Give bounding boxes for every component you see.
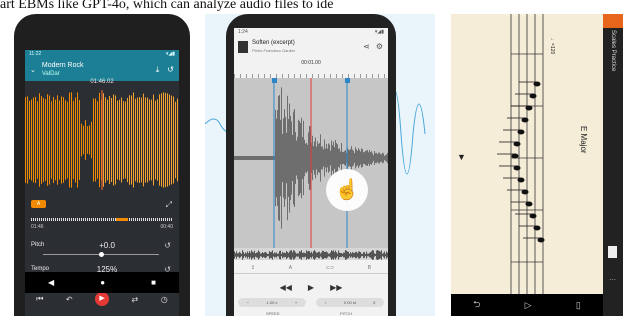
play-icon[interactable]: ▶ [308, 283, 314, 292]
position-time: 01:46.02 [90, 79, 114, 85]
status-time: 1:24 [238, 29, 248, 35]
progress-bar[interactable] [31, 218, 173, 221]
status-bar: 1:24 ▾◢▮ [234, 28, 388, 36]
album-art [238, 41, 248, 53]
time-left: 01:46 [31, 224, 44, 230]
pitch-value: +0.0 [99, 241, 115, 250]
speed-pitch-controls: − 1.00 x + ♭ 0.00 st ♯ [238, 298, 384, 307]
phone-frame-2: 1:24 ▾◢▮ Soften (excerpt) Pietro Francis… [226, 14, 396, 316]
key-label: E Major [579, 126, 588, 154]
waveform[interactable] [25, 90, 179, 190]
speed-control[interactable]: − 1.00 x + [238, 298, 306, 307]
pitch-label: PITCH [340, 311, 352, 316]
loop-badge[interactable]: A [31, 200, 46, 208]
waveform-area[interactable] [234, 78, 388, 248]
marker-a[interactable]: A [289, 265, 292, 271]
timer-icon[interactable]: ◷ [161, 295, 168, 304]
app-title: Scales Practice [610, 30, 616, 72]
tempo-mark: ♩=120 [549, 38, 555, 55]
progress-marker [116, 218, 128, 221]
track-title: Modern Rock [41, 62, 84, 69]
minus-icon[interactable]: − [247, 300, 249, 305]
track-artist: ValDar [41, 71, 60, 77]
audio-editor-screen: 1:24 ▾◢▮ Soften (excerpt) Pietro Francis… [234, 28, 388, 316]
marker-row: ↥ A ⊂⊃ B [234, 262, 388, 274]
pin-icon[interactable]: ↥ [251, 265, 255, 271]
speed-value: 1.00 x [266, 300, 278, 305]
status-icons: ▾◢▮ [165, 51, 175, 57]
slider-knob[interactable] [99, 252, 104, 257]
transport-controls: ◀◀ ▶ ▶▶ [234, 280, 388, 294]
speed-label: SPEED [266, 311, 280, 316]
pitch-slider[interactable] [43, 252, 159, 257]
phone-frame-3: ▼ ♩=120 E Major Scales Practice ⋯ ⮌ ▷ ▯ [451, 14, 623, 316]
skip-previous-icon[interactable]: ⏮ [36, 294, 43, 304]
android-nav-bar: ⮌ ▷ ▯ [451, 294, 603, 316]
pitch-value: 0.00 st [343, 300, 356, 305]
reset-icon[interactable]: ↺ [164, 241, 171, 250]
position-time: 00:01.00 [301, 60, 321, 66]
phone-frame-1: 11:22 ▾◢▮ ⌄ Modern Rock ValDar ⤓ ↺ 01:46… [14, 14, 190, 316]
rewind-icon[interactable]: ↶ [66, 295, 73, 304]
status-time: 11:22 [29, 51, 42, 57]
caption-text: art EBMs like GPT-4o, which can analyze … [0, 0, 334, 12]
sharp-icon[interactable]: ♯ [373, 300, 375, 305]
recents-icon[interactable]: ■ [151, 278, 156, 287]
history-icon[interactable]: ↺ [167, 65, 174, 75]
app-logo [603, 14, 623, 28]
pitch-label: Pitch [31, 242, 45, 248]
waveform [234, 78, 388, 248]
status-icons: ▾◢▮ [374, 29, 384, 35]
pitch-control[interactable]: ♭ 0.00 st ♯ [316, 298, 384, 307]
repeat-icon[interactable]: ⇄ [132, 295, 139, 304]
staff [497, 14, 545, 294]
download-icon[interactable]: ⤓ [156, 65, 160, 75]
android-nav-bar: ◀ ● ■ [25, 272, 179, 293]
more-icon[interactable]: ⋯ [609, 276, 616, 284]
loop-icon[interactable]: ⊂⊃ [326, 265, 334, 271]
gear-icon[interactable]: ⚙ [376, 42, 383, 51]
sheet-music: ▼ ♩=120 E Major [451, 14, 603, 294]
share-icon[interactable]: ⋖ [363, 42, 370, 51]
app-header: ⌄ Modern Rock ValDar ⤓ ↺ [25, 59, 179, 81]
flat-icon[interactable]: ♭ [325, 300, 327, 305]
home-icon[interactable]: ▷ [525, 300, 532, 311]
play-button[interactable]: ▶ [95, 292, 110, 306]
marker-b[interactable]: B [368, 265, 371, 271]
status-bar: 11:22 ▾◢▮ [25, 50, 179, 59]
time-right: 00:40 [160, 224, 173, 230]
back-icon[interactable]: ⮌ [473, 297, 480, 313]
touch-gesture-icon: ☝ [326, 169, 368, 211]
back-icon[interactable]: ◀ [48, 278, 54, 287]
home-icon[interactable]: ● [100, 278, 105, 287]
book-icon[interactable] [608, 246, 617, 258]
plus-icon[interactable]: + [295, 300, 297, 305]
play-triangle-icon[interactable]: ▼ [457, 152, 466, 162]
track-title: Soften (excerpt) [252, 40, 295, 46]
app-header: Soften (excerpt) Pietro Francisco Gautie… [234, 36, 388, 58]
recents-icon[interactable]: ▯ [576, 300, 581, 311]
rewind-icon[interactable]: ◀◀ [280, 283, 292, 292]
overview-waveform[interactable] [234, 248, 388, 260]
track-subtitle: Pietro Francisco Gautier [252, 48, 296, 53]
expand-icon[interactable]: ⤢ [166, 200, 172, 210]
fast-forward-icon[interactable]: ▶▶ [330, 283, 342, 292]
